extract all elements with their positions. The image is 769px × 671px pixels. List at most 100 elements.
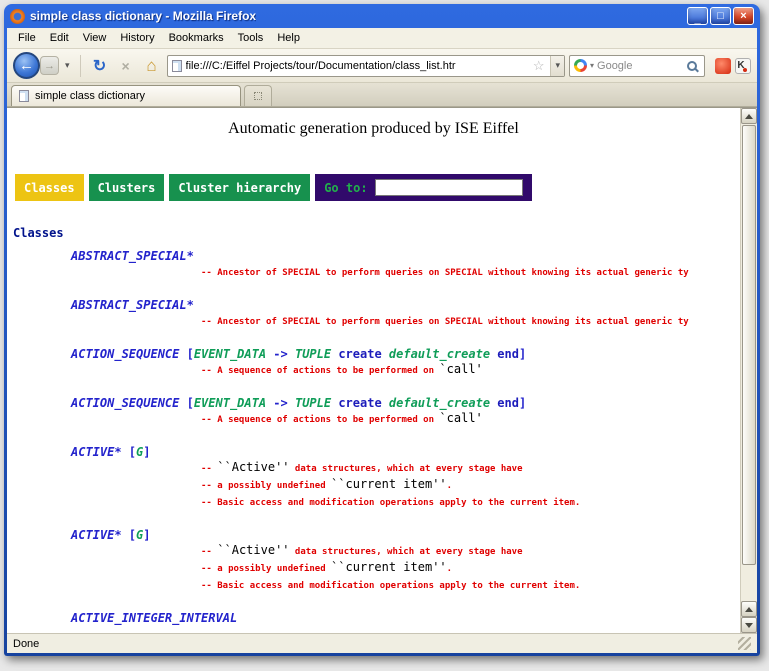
google-logo-icon: [574, 59, 587, 72]
arrow-down-icon: [745, 623, 753, 628]
search-input[interactable]: Google: [597, 60, 684, 72]
search-bar[interactable]: ▾ Google: [569, 55, 705, 77]
class-entry: ACTIVE* [G]-- ``Active'' data structures…: [71, 444, 740, 511]
vertical-scrollbar[interactable]: [740, 108, 757, 633]
class-link[interactable]: ACTION_SEQUENCE: [71, 396, 179, 410]
page-nav-buttons: Classes Clusters Cluster hierarchy Go to…: [15, 174, 740, 201]
classes-button[interactable]: Classes: [15, 174, 84, 201]
code-segment: `call': [439, 362, 482, 376]
url-history-dropdown[interactable]: ▾: [550, 56, 564, 76]
class-link[interactable]: ACTION_SEQUENCE: [71, 347, 179, 361]
clusters-button[interactable]: Clusters: [89, 174, 165, 201]
close-icon: ×: [740, 10, 746, 22]
code-segment: create: [331, 347, 389, 361]
class-signature: ACTION_SEQUENCE [EVENT_DATA -> TUPLE cre…: [71, 346, 740, 362]
code-segment: -- Ancestor of SPECIAL to perform querie…: [201, 268, 689, 278]
tab-strip-button[interactable]: [244, 85, 272, 106]
tab-page-icon: [19, 90, 29, 102]
titlebar[interactable]: simple class dictionary - Mozilla Firefo…: [7, 4, 757, 28]
home-button[interactable]: ⌂: [141, 55, 163, 77]
window-controls: _ □ ×: [687, 7, 754, 25]
desktop: simple class dictionary - Mozilla Firefo…: [0, 0, 769, 671]
class-comment: -- a possibly undefined ``current item''…: [201, 560, 740, 577]
url-bar[interactable]: file:///C:/Eiffel Projects/tour/Document…: [167, 55, 565, 77]
menu-item-edit[interactable]: Edit: [43, 30, 76, 46]
menu-item-help[interactable]: Help: [270, 30, 307, 46]
class-signature: ABSTRACT_SPECIAL*: [71, 248, 740, 264]
scroll-up-button-bottom[interactable]: [741, 601, 757, 617]
code-segment: ]: [519, 396, 526, 410]
maximize-icon: □: [717, 10, 724, 22]
menu-item-history[interactable]: History: [113, 30, 161, 46]
menu-item-file[interactable]: File: [11, 30, 43, 46]
code-segment: .: [447, 481, 452, 491]
tab-simple-class-dictionary[interactable]: simple class dictionary: [11, 85, 241, 106]
stop-icon: ×: [121, 58, 129, 74]
firefox-icon: [10, 9, 25, 24]
class-link[interactable]: ACTIVE*: [71, 528, 122, 542]
search-magnifier-icon[interactable]: [687, 61, 697, 71]
arrow-up-icon: [745, 607, 753, 612]
scroll-up-button[interactable]: [741, 108, 757, 124]
scroll-down-button[interactable]: [741, 617, 757, 633]
code-segment: ``Active'': [217, 543, 289, 557]
class-signature: ABSTRACT_SPECIAL*: [71, 297, 740, 313]
history-dropdown[interactable]: ▾: [63, 60, 72, 71]
code-segment: ]: [143, 528, 150, 542]
extension-icon-2[interactable]: K: [735, 58, 751, 74]
code-segment: -- a possibly undefined: [201, 564, 331, 574]
code-segment: EVENT_DATA: [194, 396, 266, 410]
browser-window: simple class dictionary - Mozilla Firefo…: [4, 4, 760, 656]
cluster-hierarchy-button[interactable]: Cluster hierarchy: [169, 174, 310, 201]
menu-item-bookmarks[interactable]: Bookmarks: [162, 30, 231, 46]
class-entry: ACTION_SEQUENCE [EVENT_DATA -> TUPLE cre…: [71, 395, 740, 428]
code-segment: [: [122, 528, 136, 542]
tab-bar: simple class dictionary: [7, 83, 757, 107]
code-segment: ]: [519, 347, 526, 361]
menu-item-tools[interactable]: Tools: [231, 30, 271, 46]
bookmark-star-icon[interactable]: ☆: [531, 58, 547, 74]
class-signature: ACTIVE_INTEGER_INTERVAL: [71, 610, 740, 626]
code-segment: [: [179, 347, 193, 361]
goto-box: Go to:: [315, 174, 531, 201]
code-segment: default_create: [389, 396, 490, 410]
minimize-icon: _: [694, 16, 700, 22]
code-segment: -- A sequence of actions to be performed…: [201, 366, 439, 376]
code-segment: -- Ancestor of SPECIAL to perform querie…: [201, 317, 689, 327]
minimize-button[interactable]: _: [687, 7, 708, 25]
class-comment: -- a possibly undefined ``current item''…: [201, 477, 740, 494]
code-segment: data structures, which at every stage ha…: [290, 464, 523, 474]
scrollbar-thumb[interactable]: [742, 125, 756, 565]
menu-item-view[interactable]: View: [76, 30, 114, 46]
code-segment: ``current item'': [331, 560, 447, 574]
content-area: Automatic generation produced by ISE Eif…: [7, 107, 757, 633]
reload-button[interactable]: ↻: [89, 55, 111, 77]
class-link[interactable]: ACTIVE*: [71, 445, 122, 459]
arrow-up-icon: [745, 114, 753, 119]
class-entry: ABSTRACT_SPECIAL* -- Ancestor of SPECIAL …: [71, 248, 740, 281]
stop-button[interactable]: ×: [115, 55, 137, 77]
tab-stub-icon: [254, 92, 262, 100]
scrollbar-track[interactable]: [741, 566, 757, 601]
extension-icon-1[interactable]: [715, 58, 731, 74]
code-segment: ``current item'': [331, 477, 447, 491]
class-comment: -- Ancestor of SPECIAL to perform querie…: [201, 264, 740, 281]
code-segment: default_create: [389, 347, 490, 361]
close-button[interactable]: ×: [733, 7, 754, 25]
class-link[interactable]: ABSTRACT_SPECIAL*: [71, 298, 194, 312]
back-icon: ←: [19, 57, 34, 74]
url-text[interactable]: file:///C:/Eiffel Projects/tour/Document…: [186, 60, 527, 72]
maximize-button[interactable]: □: [710, 7, 731, 25]
forward-button[interactable]: →: [40, 56, 59, 75]
code-segment: TUPLE: [295, 396, 331, 410]
class-link[interactable]: ABSTRACT_SPECIAL*: [71, 249, 194, 263]
class-signature: ACTION_SEQUENCE [EVENT_DATA -> TUPLE cre…: [71, 395, 740, 411]
class-signature: ACTIVE* [G]: [71, 444, 740, 460]
class-link[interactable]: ACTIVE_INTEGER_INTERVAL: [71, 611, 237, 625]
chevron-down-icon: ▾: [65, 60, 70, 70]
code-segment: create: [331, 396, 389, 410]
search-engine-dropdown[interactable]: ▾: [590, 61, 594, 70]
goto-input[interactable]: [375, 179, 523, 196]
resize-grip[interactable]: [738, 637, 751, 650]
back-button[interactable]: ←: [13, 52, 40, 79]
